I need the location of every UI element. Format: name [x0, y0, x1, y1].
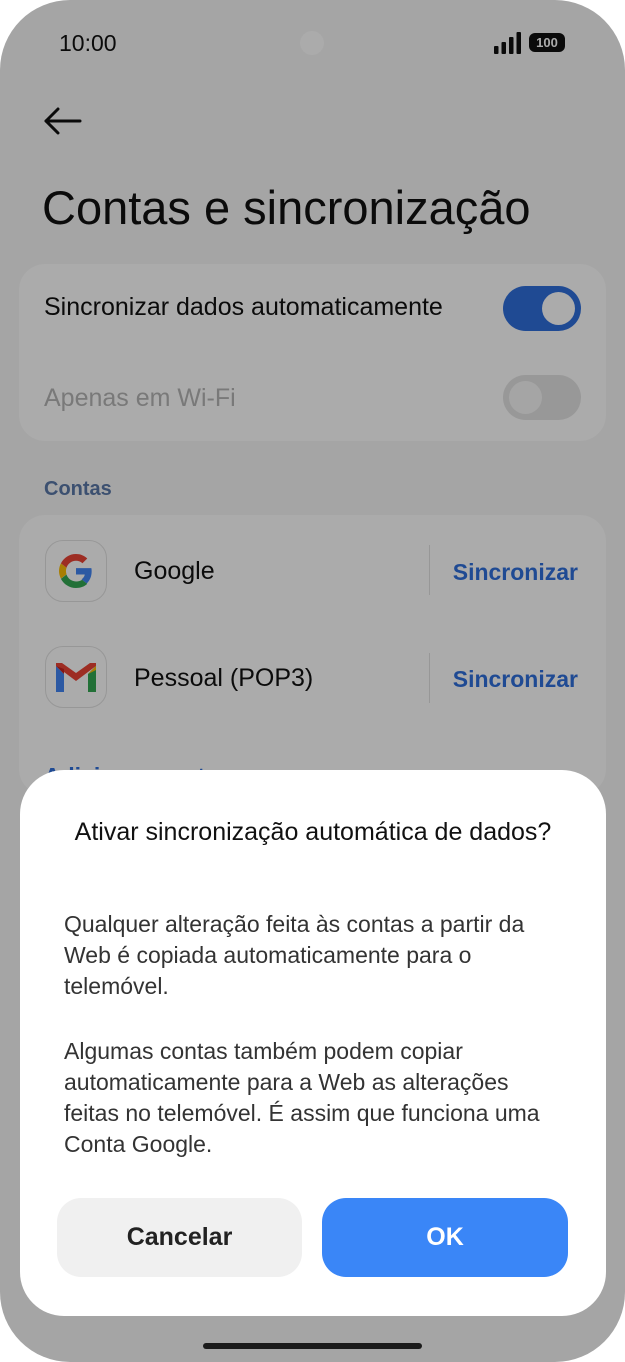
dialog-paragraph-2: Algumas contas também podem copiar autom… [64, 1038, 540, 1157]
home-indicator[interactable] [203, 1343, 422, 1349]
dialog-title: Ativar sincronização automática de dados… [74, 818, 552, 846]
ok-button[interactable]: OK [322, 1198, 568, 1277]
auto-sync-dialog: Ativar sincronização automática de dados… [20, 770, 606, 1316]
cancel-button[interactable]: Cancelar [57, 1198, 302, 1277]
phone-screen: 10:00 100 Contas e sincronização Sincron… [0, 0, 625, 1362]
dialog-paragraph-1: Qualquer alteração feita às contas a par… [64, 911, 525, 999]
